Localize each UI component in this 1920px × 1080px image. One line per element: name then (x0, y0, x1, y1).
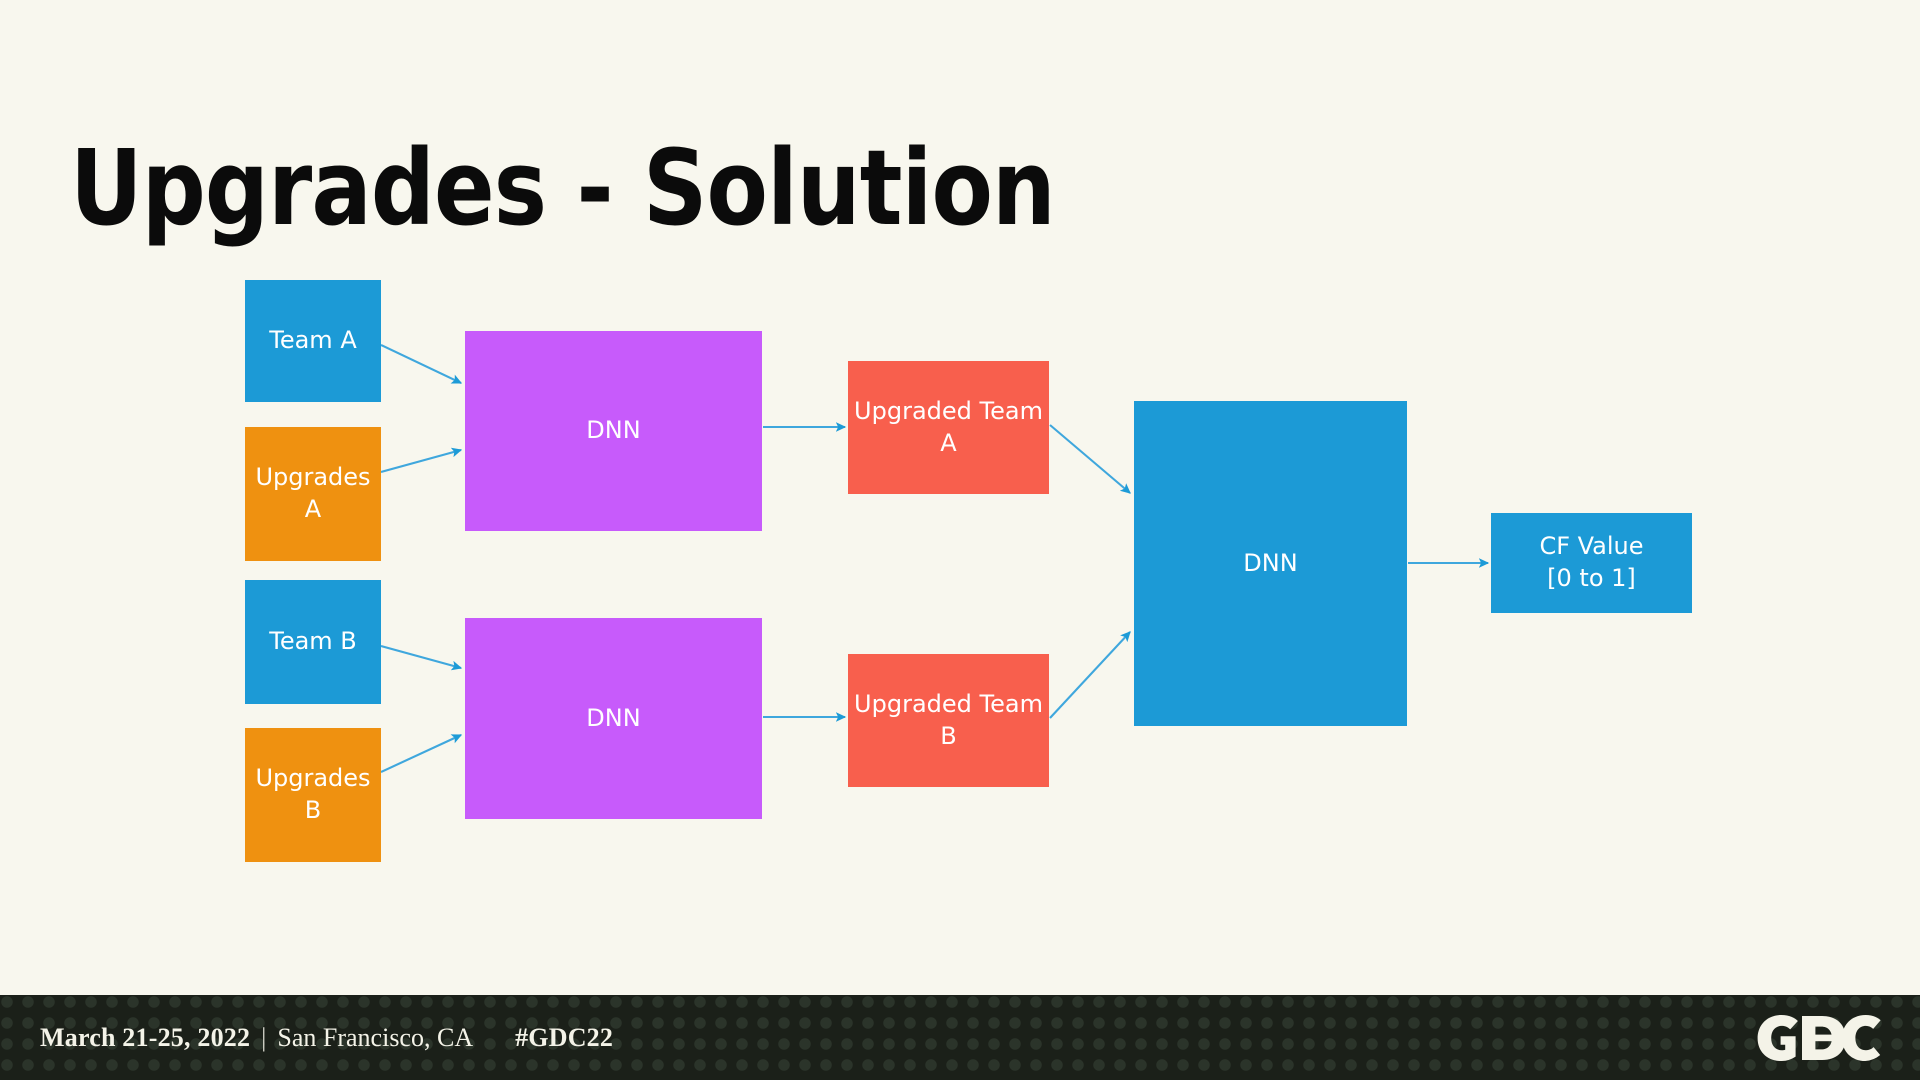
node-dnn-b[interactable]: DNN (465, 618, 762, 819)
slide: Upgrades - Solution Team A Upgrades A Te… (0, 0, 1920, 1080)
node-dnn-final[interactable]: DNN (1134, 401, 1407, 726)
footer-event-info: March 21-25, 2022 | San Francisco, CA #G… (40, 1023, 613, 1053)
node-upgraded-team-a[interactable]: Upgraded Team A (848, 361, 1049, 494)
edge-upgrades-b-to-dnn-b (380, 734, 463, 773)
node-upgraded-team-b[interactable]: Upgraded Team B (848, 654, 1049, 787)
footer-bar: March 21-25, 2022 | San Francisco, CA #G… (0, 995, 1920, 1080)
node-cf-value[interactable]: CF Value [0 to 1] (1491, 513, 1692, 613)
edge-upgraded-a-to-dnn-final (1049, 424, 1131, 494)
node-upgrades-a[interactable]: Upgrades A (245, 427, 381, 561)
node-team-b[interactable]: Team B (245, 580, 381, 704)
edge-upgrades-a-to-dnn-a (380, 447, 463, 474)
edge-upgraded-b-to-dnn-final (1049, 631, 1131, 719)
footer-date: March 21-25, 2022 (40, 1022, 251, 1052)
node-team-a[interactable]: Team A (245, 280, 381, 402)
footer-separator: | (261, 1022, 267, 1052)
edge-team-b-to-dnn-b (380, 644, 463, 671)
node-dnn-a[interactable]: DNN (465, 331, 762, 531)
edge-team-a-to-dnn-a (380, 344, 463, 384)
node-upgrades-b[interactable]: Upgrades B (245, 728, 381, 862)
footer-hashtag: #GDC22 (515, 1022, 614, 1052)
flow-diagram: Team A Upgrades A Team B Upgrades B DNN … (0, 0, 1920, 995)
footer-city: San Francisco, CA (277, 1022, 474, 1052)
gdc-logo (1756, 1014, 1882, 1061)
